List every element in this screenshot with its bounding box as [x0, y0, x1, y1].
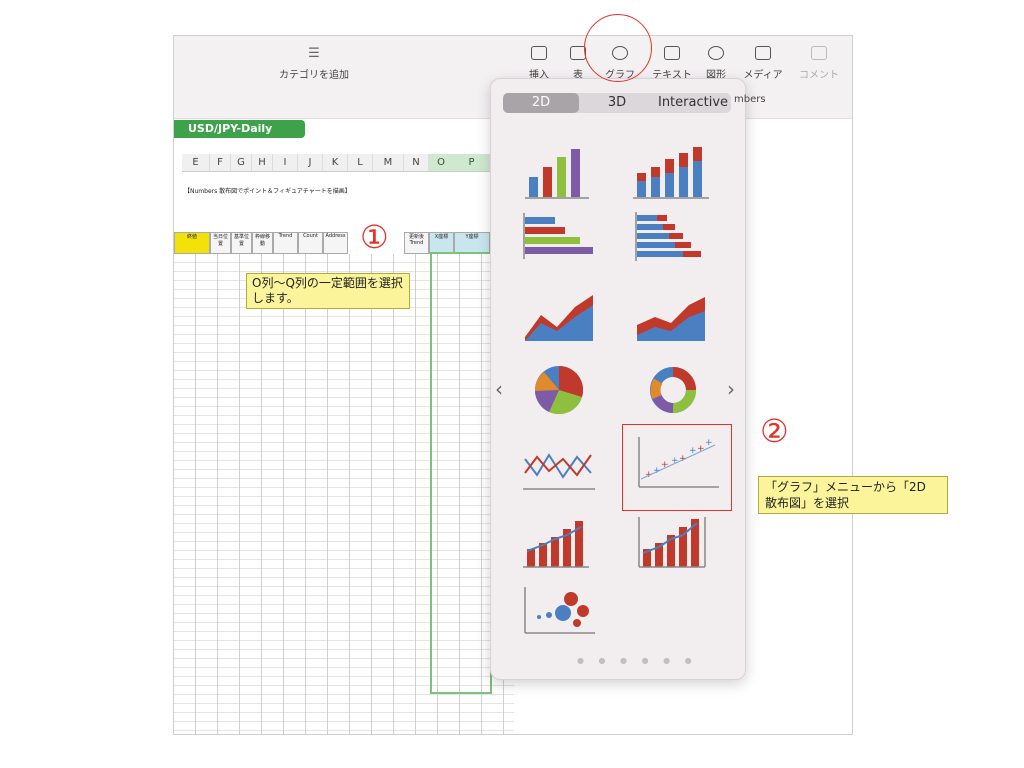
sheet-title: 【Numbers 散布図でポイント＆フィギュアチャートを描画】 — [184, 188, 351, 195]
selection-range — [430, 252, 492, 694]
spreadsheet-grid[interactable]: E F G H I J K L M N O P 【Numbers 散布図でポイン… — [174, 154, 514, 734]
header-day-pos: 当日位置 — [210, 232, 231, 254]
header-y-coord: Y座標 — [454, 232, 490, 254]
chart-type-tabs: 2D 3D Interactive — [503, 93, 731, 113]
header-frame-move: 枠線移動 — [252, 232, 273, 254]
chart-picker-popup: 2D 3D Interactive + + + + + + + ‹ › ● ● … — [490, 78, 746, 680]
line-chart-icon — [523, 453, 595, 490]
chart-option-two-axis[interactable] — [631, 509, 729, 575]
header-base-pos: 基準位置 — [231, 232, 252, 254]
stacked-area-icon — [637, 297, 705, 341]
area-chart-icon — [525, 295, 593, 341]
numbers-partial-label: mbers — [734, 94, 766, 105]
chart-option-bubble[interactable] — [519, 579, 617, 645]
pie-chart-icon — [534, 365, 584, 415]
header-updated-trend: 更新後Trend — [404, 232, 429, 254]
page-indicator[interactable]: ● ● ● ● ● ● — [577, 656, 698, 665]
media-icon — [755, 46, 771, 60]
tab-3d[interactable]: 3D — [579, 93, 655, 113]
column-chart-icon — [525, 149, 589, 199]
col-M[interactable]: M — [373, 154, 404, 172]
bubble-chart-icon — [524, 587, 595, 634]
next-page-arrow[interactable]: › — [727, 377, 735, 401]
two-axis-chart-icon — [638, 517, 706, 568]
header-count: Count — [298, 232, 323, 254]
insert-icon — [531, 46, 547, 60]
col-K[interactable]: K — [323, 154, 348, 172]
col-F[interactable]: F — [210, 154, 231, 172]
chart-option-stacked-area[interactable] — [631, 287, 729, 353]
chart-option-column[interactable] — [519, 137, 617, 203]
add-category-button[interactable]: ☰ カテゴリを追加 — [254, 46, 374, 81]
list-icon: ☰ — [308, 46, 320, 61]
step2-marker: ② — [760, 412, 789, 450]
stacked-bar-icon — [635, 212, 701, 261]
col-O[interactable]: O — [429, 154, 454, 172]
col-J[interactable]: J — [298, 154, 323, 172]
header-close: 終値 — [174, 232, 210, 254]
text-icon — [664, 46, 680, 60]
prev-page-arrow[interactable]: ‹ — [495, 377, 503, 401]
donut-chart-icon — [650, 367, 696, 413]
step1-marker: ① — [360, 218, 389, 256]
header-x-coord: X座標 — [429, 232, 454, 254]
step2-note: 「グラフ」メニューから「2D 散布図」を選択 — [758, 476, 948, 514]
col-H[interactable]: H — [252, 154, 273, 172]
header-trend: Trend — [273, 232, 298, 254]
chart-option-stacked-column[interactable] — [631, 137, 729, 203]
scatter-selection-box — [622, 424, 732, 511]
add-category-label: カテゴリを追加 — [279, 70, 349, 81]
col-P[interactable]: P — [454, 154, 490, 172]
chart-option-mixed[interactable] — [519, 509, 617, 575]
col-L[interactable]: L — [348, 154, 373, 172]
mixed-chart-icon — [523, 521, 589, 568]
col-E[interactable]: E — [182, 154, 210, 172]
col-I[interactable]: I — [273, 154, 298, 172]
tab-2d[interactable]: 2D — [503, 93, 579, 113]
step1-note: O列〜Q列の一定範囲を選択します。 — [246, 273, 410, 309]
chart-option-stacked-bar[interactable] — [631, 207, 729, 273]
chart-option-donut[interactable] — [631, 357, 729, 423]
sheet-tab[interactable]: USD/JPY-Daily — [174, 120, 305, 138]
chart-option-area[interactable] — [519, 287, 617, 353]
chart-option-bar[interactable] — [519, 207, 617, 273]
shape-icon — [708, 46, 724, 60]
comment-button[interactable]: コメント — [791, 46, 847, 81]
media-label: メディア — [743, 70, 783, 81]
numbers-window: ☰ カテゴリを追加 挿入 表 グラフ テキスト 図形 メディア コメント USD… — [173, 35, 853, 735]
tab-interactive[interactable]: Interactive — [655, 93, 731, 113]
chart-option-pie[interactable] — [519, 357, 617, 423]
col-G[interactable]: G — [231, 154, 252, 172]
chart-button-highlight — [584, 14, 652, 82]
comment-label: コメント — [799, 70, 839, 81]
header-address: Address — [323, 232, 348, 254]
col-N[interactable]: N — [404, 154, 429, 172]
stacked-column-icon — [633, 147, 709, 199]
media-button[interactable]: メディア — [735, 46, 791, 81]
bar-chart-icon — [523, 213, 593, 259]
comment-icon — [811, 46, 827, 60]
chart-option-line[interactable] — [519, 437, 617, 503]
